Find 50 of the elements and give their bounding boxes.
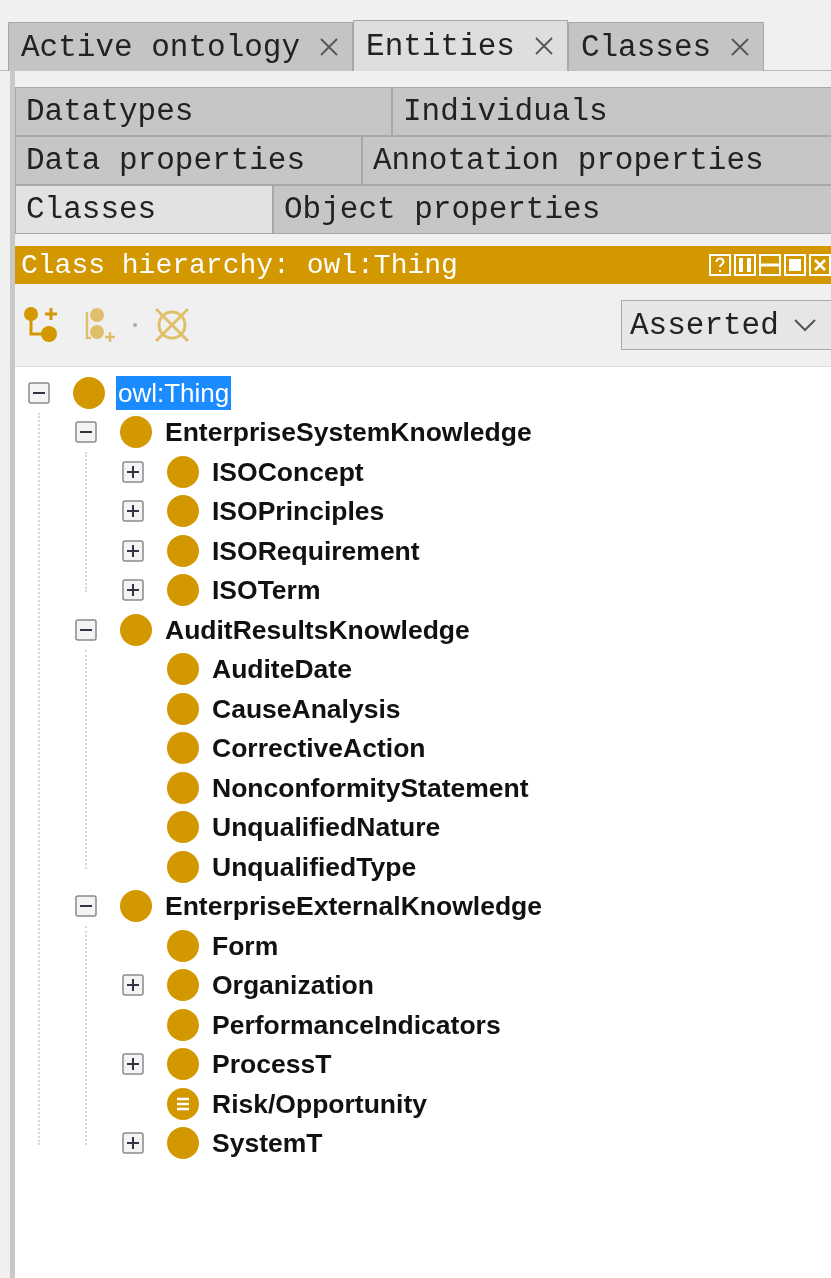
expand-toggle[interactable] [122, 1053, 144, 1076]
tree-node-label[interactable]: PerformanceIndicators [210, 1007, 503, 1042]
close-icon[interactable] [729, 36, 752, 58]
collapse-toggle[interactable] [75, 618, 97, 641]
tab[interactable]: Entities [353, 20, 568, 71]
tab[interactable]: Individuals [392, 87, 831, 136]
close-icon[interactable] [532, 35, 555, 57]
tab[interactable]: Classes [15, 185, 273, 234]
hierarchy-mode-dropdown[interactable]: Asserted [621, 300, 831, 350]
tree-node-label[interactable]: Organization [210, 968, 376, 1003]
expand-toggle[interactable] [122, 1132, 144, 1155]
tree-node-label[interactable]: ISOTerm [210, 573, 323, 608]
collapse-toggle[interactable] [28, 381, 50, 404]
help-icon[interactable] [709, 253, 731, 277]
tree-node-label[interactable]: AuditeDate [210, 652, 354, 687]
tab[interactable]: Classes [567, 22, 765, 71]
tree-node-label[interactable]: CauseAnalysis [210, 691, 403, 726]
expand-toggle[interactable] [122, 460, 144, 483]
expand-toggle[interactable] [122, 579, 144, 602]
collapse-toggle[interactable] [75, 895, 97, 918]
collapse-toggle[interactable] [75, 421, 97, 444]
tab[interactable]: Annotation properties [362, 136, 831, 185]
tree-node-label[interactable]: ProcessT [210, 1047, 334, 1082]
split-vertical-icon[interactable] [734, 253, 756, 277]
tab[interactable]: Object properties [273, 185, 831, 234]
maximize-icon[interactable] [784, 253, 806, 277]
chevron-down-icon [792, 317, 817, 333]
tree-node-label[interactable]: EnterpriseSystemKnowledge [163, 415, 534, 450]
tree-node-label[interactable]: ISOPrinciples [210, 494, 387, 529]
tree-node-label[interactable]: NonconformityStatement [210, 770, 531, 805]
tab[interactable]: Datatypes [15, 87, 392, 136]
tree-node-label[interactable]: SystemT [210, 1126, 325, 1161]
expand-toggle[interactable] [122, 974, 144, 997]
close-icon[interactable] [318, 36, 341, 58]
tree-node-label[interactable]: ISOConcept [210, 454, 366, 489]
tree-node-label[interactable]: ISORequirement [210, 533, 422, 568]
tab[interactable]: Data properties [15, 136, 362, 185]
split-horizontal-icon[interactable] [759, 253, 781, 277]
tab[interactable]: Active ontology [8, 22, 354, 71]
tree-node-label[interactable]: EnterpriseExternalKnowledge [163, 889, 544, 924]
tree-node-label[interactable]: UnqualifiedNature [210, 810, 443, 845]
expand-toggle[interactable] [122, 539, 144, 562]
tree-node-label[interactable]: UnqualifiedType [210, 849, 419, 884]
tree-node-label[interactable]: Form [210, 928, 281, 963]
view-title: Class hierarchy: owl:Thing [21, 249, 458, 281]
tree-node-label[interactable]: Risk/Opportunity [210, 1086, 429, 1121]
tree-node-label[interactable]: CorrectiveAction [210, 731, 428, 766]
close-icon[interactable] [809, 253, 831, 277]
tree-node-label[interactable]: AuditResultsKnowledge [163, 612, 472, 647]
expand-toggle[interactable] [122, 500, 144, 523]
